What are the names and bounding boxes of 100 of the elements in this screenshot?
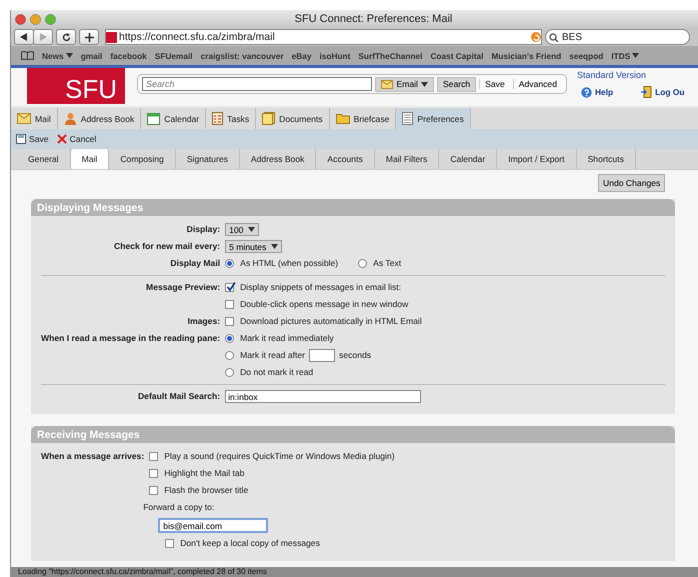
help-icon — [581, 86, 592, 98]
rss-icon — [531, 32, 541, 42]
field-label: Display Mail — [169, 257, 220, 270]
header-link[interactable]: Advanced — [512, 79, 562, 89]
checkbox[interactable] — [225, 283, 234, 292]
bookmark-link[interactable]: isoHunt — [319, 50, 350, 60]
reload-icon — [62, 32, 70, 42]
checkbox[interactable] — [225, 317, 234, 326]
close-icon — [56, 134, 67, 144]
checkbox[interactable] — [165, 539, 174, 548]
header-link[interactable]: Save — [479, 79, 510, 89]
add-bookmark-button[interactable] — [79, 29, 99, 45]
caret-icon — [271, 244, 278, 249]
log-out-link[interactable]: Log Ou — [641, 86, 684, 98]
door-icon — [641, 86, 652, 98]
bookmark-link[interactable]: Musician's Friend — [491, 50, 562, 60]
app-tab[interactable]: Preferences — [396, 108, 471, 129]
option-label: Do not mark it read — [240, 366, 314, 379]
field-label: Display: — [186, 223, 220, 236]
undo-changes-button[interactable]: Undo Changes — [598, 174, 666, 192]
seconds-field[interactable] — [309, 349, 336, 362]
checkbox[interactable] — [225, 300, 234, 309]
checkbox[interactable] — [149, 469, 158, 478]
bookmark-link[interactable]: seeqpod — [569, 50, 604, 60]
favicon-icon — [106, 32, 117, 42]
bookmark-link[interactable]: craigslist: vancouver — [200, 50, 284, 60]
search-field[interactable]: BES — [545, 29, 690, 45]
option-label: As Text — [373, 257, 402, 270]
field-label: Message Preview: — [145, 281, 220, 294]
envelope-icon — [17, 113, 31, 124]
settings-tab[interactable]: Shortcuts — [576, 149, 636, 169]
bookmark-link[interactable]: SFUemail — [154, 50, 193, 60]
option-label: Mark it read immediately — [240, 332, 334, 345]
bookmark-link[interactable]: SurfTheChannel — [358, 50, 422, 60]
bookmark-link[interactable]: ITDS — [611, 50, 640, 60]
option-label: Double-click opens message in new window — [240, 298, 408, 311]
field-label: When I read a message in the reading pane: — [41, 332, 220, 345]
help-link[interactable]: Help — [581, 86, 614, 98]
checkbox[interactable] — [149, 452, 158, 461]
radio-button[interactable] — [225, 368, 234, 377]
window-control-icon[interactable] — [15, 14, 26, 24]
option-label: seconds — [339, 349, 372, 362]
cancel-button[interactable]: Cancel — [56, 134, 96, 144]
radio-button[interactable] — [225, 259, 234, 268]
window-control-icon[interactable] — [45, 14, 56, 24]
field-label: When a message arrives: — [41, 450, 144, 463]
book-icon[interactable] — [21, 51, 34, 60]
text-field[interactable]: in:inbox — [225, 390, 422, 403]
status-bar: Loading "https://connect.sfu.ca/zimbra/mail", completed 28 of 30 items — [10, 567, 698, 577]
settings-tab[interactable]: Mail — [70, 149, 110, 169]
app-tab[interactable]: Briefcase — [330, 108, 396, 129]
radio-button[interactable] — [358, 259, 368, 268]
option-label: Don't keep a local copy of messages — [180, 537, 320, 550]
radio-button[interactable] — [225, 351, 234, 360]
option-label: Play a sound (requires QuickTime or Windows Media plugin) — [164, 450, 395, 463]
preferences-icon — [402, 112, 414, 125]
option-label: Highlight the Mail tab — [164, 467, 244, 480]
checklist-icon — [212, 112, 224, 125]
sfu-logo: SFU — [27, 68, 125, 104]
save-button[interactable]: Save — [16, 134, 49, 144]
caret-icon — [632, 53, 640, 58]
calendar-icon — [147, 112, 160, 124]
checkbox[interactable] — [149, 486, 158, 495]
reload-button[interactable] — [56, 29, 76, 45]
person-icon — [64, 112, 77, 125]
back-button[interactable] — [14, 29, 34, 45]
window-control-icon[interactable] — [30, 14, 41, 24]
dropdown[interactable]: 5 minutes — [225, 240, 282, 253]
option-label: Flash the browser title — [164, 484, 248, 497]
search-type-dropdown[interactable]: Email — [375, 76, 434, 92]
envelope-icon — [381, 80, 394, 88]
standard-version-link[interactable]: Standard Version — [577, 70, 684, 80]
document-icon — [262, 112, 276, 125]
search-icon — [549, 32, 559, 42]
field-label: Default Mail Search: — [136, 390, 220, 403]
caret-icon — [66, 53, 73, 58]
folder-icon — [336, 113, 350, 124]
field-label: Forward a copy to: — [143, 501, 216, 514]
option-label: Download pictures automatically in HTML Email — [240, 315, 422, 328]
field-label: Check for new mail every: — [113, 240, 220, 253]
option-label: Mark it read after — [240, 349, 306, 362]
search-button[interactable]: Search — [436, 76, 476, 92]
bookmark-link[interactable]: gmail — [80, 50, 102, 60]
option-label: Display snippets of messages in email list: — [240, 281, 402, 294]
dropdown[interactable]: 100 — [225, 223, 260, 236]
section-title: Receiving Messages — [31, 426, 675, 443]
email-field[interactable]: bis@email.com — [158, 518, 268, 533]
radio-button[interactable] — [225, 334, 234, 343]
caret-icon — [420, 82, 428, 86]
caret-icon — [248, 227, 256, 232]
bookmark-link[interactable]: facebook — [110, 50, 147, 60]
address-bar[interactable]: https://connect.sfu.ca/zimbra/mail — [105, 29, 542, 45]
bookmark-link[interactable]: eBay — [292, 50, 312, 60]
plus-icon — [84, 32, 94, 42]
bookmark-link[interactable]: Coast Capital — [430, 50, 484, 60]
search-field[interactable]: Search — [142, 77, 372, 91]
bookmark-link[interactable]: News — [42, 50, 73, 60]
field-label: Images: — [186, 315, 220, 328]
section-title: Displaying Messages — [31, 199, 675, 216]
option-label: As HTML (when possible) — [240, 257, 338, 270]
